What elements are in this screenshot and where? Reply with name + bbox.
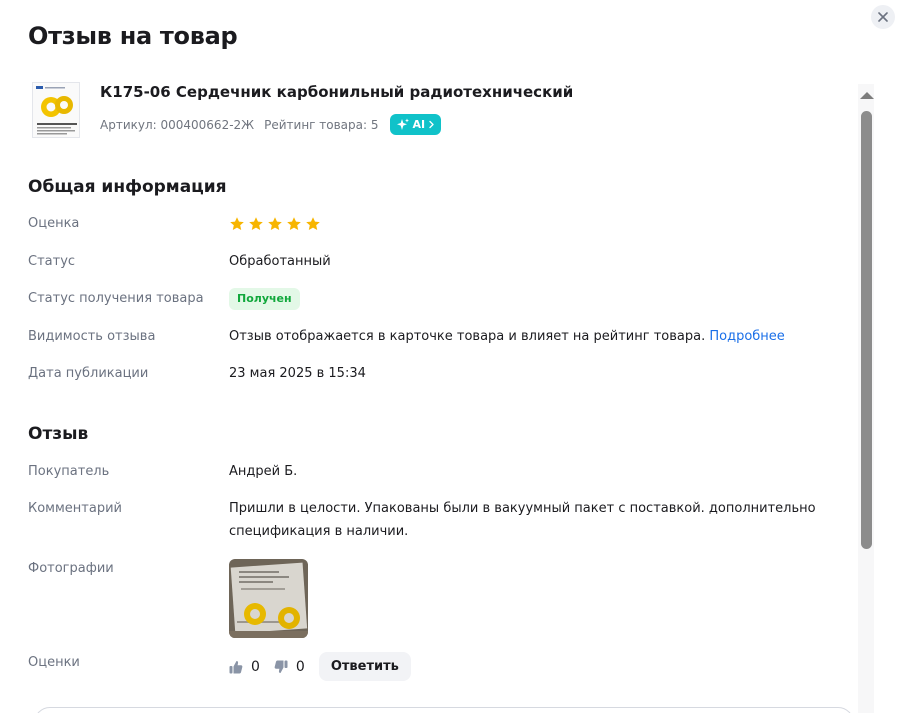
general-info-title: Общая информация (28, 177, 227, 197)
sparkles-icon (396, 118, 409, 130)
publication-date-label: Дата публикации (28, 366, 149, 381)
product-name[interactable]: К175-06 Сердечник карбонильный радиотехн… (100, 83, 573, 101)
ai-button[interactable]: AI (389, 114, 442, 135)
votes-row: 0 0 Ответить (229, 652, 411, 681)
ai-label: AI (412, 118, 426, 131)
product-header: К175-06 Сердечник карбонильный радиотехн… (28, 80, 828, 140)
photos-label: Фотографии (28, 561, 114, 576)
comment-label: Комментарий (28, 501, 122, 516)
product-rating: Рейтинг товара: 5 (264, 117, 379, 132)
more-info-link[interactable]: Подробнее (709, 329, 784, 344)
comment-line-1: Пришли в целости. Упакованы были в вакуу… (229, 501, 816, 516)
star-icon (230, 217, 244, 230)
rating-stars (229, 216, 321, 232)
thumbs-up-icon (229, 660, 243, 673)
visibility-text: Отзыв отображается в карточке товара и в… (229, 329, 706, 344)
comment-line-2: спецификация в наличии. (229, 524, 409, 539)
rating-label: Оценка (28, 216, 80, 231)
star-icon (287, 217, 301, 230)
product-image[interactable] (32, 82, 80, 138)
close-icon (878, 12, 888, 22)
review-title: Отзыв (28, 424, 89, 444)
status-label: Статус (28, 254, 76, 269)
star-icon (306, 217, 320, 230)
scroll-up-arrow[interactable] (860, 92, 874, 99)
dislike-count: 0 (295, 658, 305, 675)
dialog-title: Отзыв на товар (28, 22, 238, 50)
product-article: Артикул: 000400662-2Ж (100, 117, 255, 132)
buyer-value: Андрей Б. (229, 464, 298, 479)
status-value: Обработанный (229, 254, 331, 269)
review-photo[interactable] (229, 559, 308, 638)
chevron-right-icon (429, 120, 434, 129)
product-meta: Артикул: 000400662-2Ж Рейтинг товара: 5 … (100, 114, 442, 135)
reply-input-box[interactable] (34, 707, 854, 713)
star-icon (268, 217, 282, 230)
dislike-button[interactable]: 0 (274, 659, 305, 675)
publication-date-value: 23 мая 2025 в 15:34 (229, 366, 366, 381)
close-button[interactable] (871, 5, 895, 29)
buyer-label: Покупатель (28, 464, 110, 479)
visibility-label: Видимость отзыва (28, 329, 156, 344)
thumbs-down-icon (274, 660, 288, 673)
visibility-value: Отзыв отображается в карточке товара и в… (229, 329, 785, 344)
receipt-status-badge: Получен (229, 288, 300, 310)
star-icon (249, 217, 263, 230)
receipt-status-label: Статус получения товара (28, 291, 204, 306)
like-button[interactable]: 0 (229, 659, 260, 675)
votes-label: Оценки (28, 655, 80, 670)
like-count: 0 (251, 658, 260, 675)
dialog-content: К175-06 Сердечник карбонильный радиотехн… (0, 70, 856, 713)
reply-button[interactable]: Ответить (318, 652, 411, 681)
scrollbar-thumb[interactable] (861, 111, 872, 549)
